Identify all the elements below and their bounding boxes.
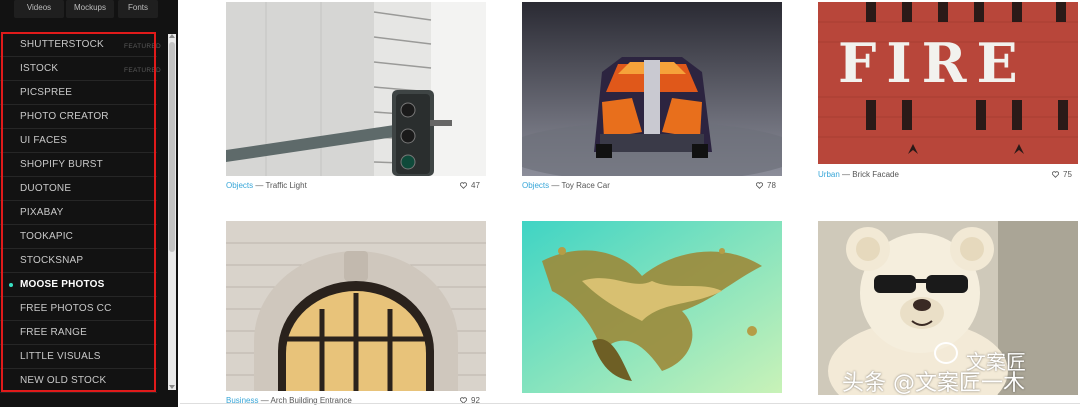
chat-bubble-icon [934, 342, 958, 364]
sidebar-item-label: SHUTTERSTOCK [20, 39, 104, 50]
sidebar-item-duotone[interactable]: DUOTONE [0, 177, 157, 201]
sidebar-item-label: NEW OLD STOCK [20, 375, 107, 386]
like-counter[interactable]: 78 [756, 181, 776, 190]
like-counter[interactable]: 75 [1052, 170, 1072, 179]
sidebar-item-label: UI FACES [20, 135, 68, 146]
arch-building-photo[interactable] [226, 221, 486, 391]
featured-badge: FEATURED [124, 43, 161, 50]
tab-fonts[interactable]: Fonts [118, 0, 158, 18]
card-caption: Urban — Brick Facade [818, 170, 899, 179]
heart-icon [460, 182, 467, 189]
sidebar-item-moose-photos[interactable]: MOOSE PHOTOS [0, 273, 157, 297]
category-link[interactable]: Objects [522, 181, 549, 190]
card-caption: Objects — Toy Race Car [522, 181, 610, 190]
like-count: 78 [767, 181, 776, 190]
category-link[interactable]: Objects [226, 181, 253, 190]
sidebar-item-label: PHOTO CREATOR [20, 111, 109, 122]
sidebar-item-label: PICSPREE [20, 87, 73, 98]
sidebar-item-label: MOOSE PHOTOS [20, 279, 105, 290]
photo-card[interactable]: FIRE Urban — Brick Facade 75 [818, 2, 1078, 184]
sidebar-item-shopify-burst[interactable]: SHOPIFY BURST [0, 153, 157, 177]
photo-card[interactable]: Objects — Traffic Light 47 [226, 2, 486, 194]
source-sidebar: Videos Mockups Fonts SHUTTERSTOCK FEATURE… [0, 0, 178, 407]
sidebar-item-label: STOCKSNAP [20, 255, 84, 266]
sidebar-item-picspree[interactable]: PICSPREE [0, 81, 157, 105]
sidebar-item-label: LITTLE VISUALS [20, 351, 101, 362]
source-list: SHUTTERSTOCK FEATURED ISTOCK FEATURED PICS… [0, 33, 161, 393]
like-counter[interactable]: 47 [460, 181, 480, 190]
sidebar-item-label: DUOTONE [20, 183, 72, 194]
tab-videos[interactable]: Videos [14, 0, 64, 18]
photo-card[interactable]: Business — Arch Building Entrance 92 [226, 221, 486, 407]
photo-card[interactable] [522, 221, 782, 395]
brick-sign-text: FIRE [838, 31, 1028, 95]
scroll-down-icon[interactable] [169, 385, 175, 389]
sidebar-item-istock[interactable]: ISTOCK FEATURED [0, 57, 161, 81]
photo-title: Brick Facade [852, 170, 899, 179]
sidebar-item-ui-faces[interactable]: UI FACES [0, 129, 157, 153]
sidebar-item-label: SHOPIFY BURST [20, 159, 103, 170]
sidebar-item-label: FREE RANGE [20, 327, 88, 338]
scrollbar-thumb[interactable] [169, 42, 175, 252]
heart-icon [1052, 171, 1059, 178]
top-tabs: Videos Mockups Fonts [0, 0, 178, 18]
sidebar-scrollbar[interactable] [168, 34, 176, 390]
photo-title: Traffic Light [265, 181, 307, 190]
category-link[interactable]: Urban [818, 170, 840, 179]
sidebar-item-pixabay[interactable]: PIXABAY [0, 201, 157, 225]
sidebar-item-label: FREE PHOTOS CC [20, 303, 112, 314]
sidebar-item-label: ISTOCK [20, 63, 59, 74]
traffic-light-photo[interactable] [226, 2, 486, 176]
photo-card[interactable]: Objects — Toy Race Car 78 [522, 2, 782, 194]
sidebar-item-new-old-stock[interactable]: NEW OLD STOCK [0, 369, 157, 393]
sidebar-item-little-visuals[interactable]: LITTLE VISUALS [0, 345, 157, 369]
liquid-gold-splash-photo[interactable] [522, 221, 782, 393]
sidebar-item-label: PIXABAY [20, 207, 64, 218]
watermark-bottom: 头条 @文案匠一木 [842, 371, 1025, 396]
tab-mockups[interactable]: Mockups [66, 0, 114, 18]
sidebar-item-photo-creator[interactable]: PHOTO CREATOR [0, 105, 157, 129]
like-count: 75 [1063, 170, 1072, 179]
active-dot-icon [9, 283, 13, 287]
brick-facade-photo[interactable]: FIRE [818, 2, 1078, 164]
sidebar-item-free-range[interactable]: FREE RANGE [0, 321, 157, 345]
toy-race-car-photo[interactable] [522, 2, 782, 176]
featured-badge: FEATURED [124, 67, 161, 74]
like-count: 47 [471, 181, 480, 190]
sidebar-item-shutterstock[interactable]: SHUTTERSTOCK FEATURED [0, 33, 161, 57]
heart-icon [756, 182, 763, 189]
sidebar-item-free-photos-cc[interactable]: FREE PHOTOS CC [0, 297, 157, 321]
card-caption: Objects — Traffic Light [226, 181, 307, 190]
sidebar-item-stocksnap[interactable]: STOCKSNAP [0, 249, 157, 273]
sidebar-item-tookapic[interactable]: TOOKAPIC [0, 225, 157, 249]
sidebar-item-label: TOOKAPIC [20, 231, 74, 242]
scroll-up-icon[interactable] [169, 34, 175, 38]
divider [180, 403, 1080, 404]
photo-title: Toy Race Car [561, 181, 610, 190]
